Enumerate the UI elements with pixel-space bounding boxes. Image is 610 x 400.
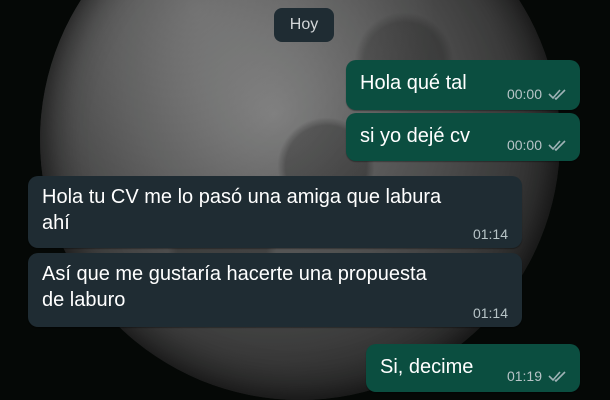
message-bubble-outgoing[interactable]: Si, decime 01:19	[366, 344, 580, 392]
message-text: Hola qué tal	[360, 72, 467, 94]
message-bubble-incoming[interactable]: Hola tu CV me lo pasó una amiga que labu…	[28, 176, 522, 248]
message-text-line: de laburo	[42, 289, 126, 311]
message-text: Si, decime	[380, 356, 474, 378]
double-check-icon	[548, 89, 566, 101]
message-meta: 00:00	[507, 137, 568, 153]
message-time: 01:14	[472, 226, 508, 242]
message-time: 00:00	[506, 86, 542, 102]
message-meta: 01:19	[507, 368, 568, 384]
message-bubble-outgoing[interactable]: Hola qué tal 00:00	[346, 60, 580, 110]
message-time: 00:00	[506, 137, 542, 153]
message-text: si yo dejé cv	[360, 125, 471, 147]
double-check-icon	[548, 371, 566, 383]
message-meta: 01:14	[473, 305, 508, 321]
message-text-line: ahí	[42, 212, 70, 234]
message-bubble-incoming[interactable]: Así que me gustaría hacerte una propuest…	[28, 253, 522, 327]
message-time: 01:14	[472, 305, 508, 321]
message-meta: 01:14	[473, 226, 508, 242]
message-text-line: Hola tu CV me lo pasó una amiga que labu…	[42, 186, 442, 208]
message-text-line: Así que me gustaría hacerte una propuest…	[42, 263, 427, 285]
double-check-icon	[548, 140, 566, 152]
date-separator: Hoy	[274, 8, 334, 42]
message-bubble-outgoing[interactable]: si yo dejé cv 00:00	[346, 113, 580, 161]
message-meta: 00:00	[507, 86, 568, 102]
message-time: 01:19	[506, 368, 542, 384]
